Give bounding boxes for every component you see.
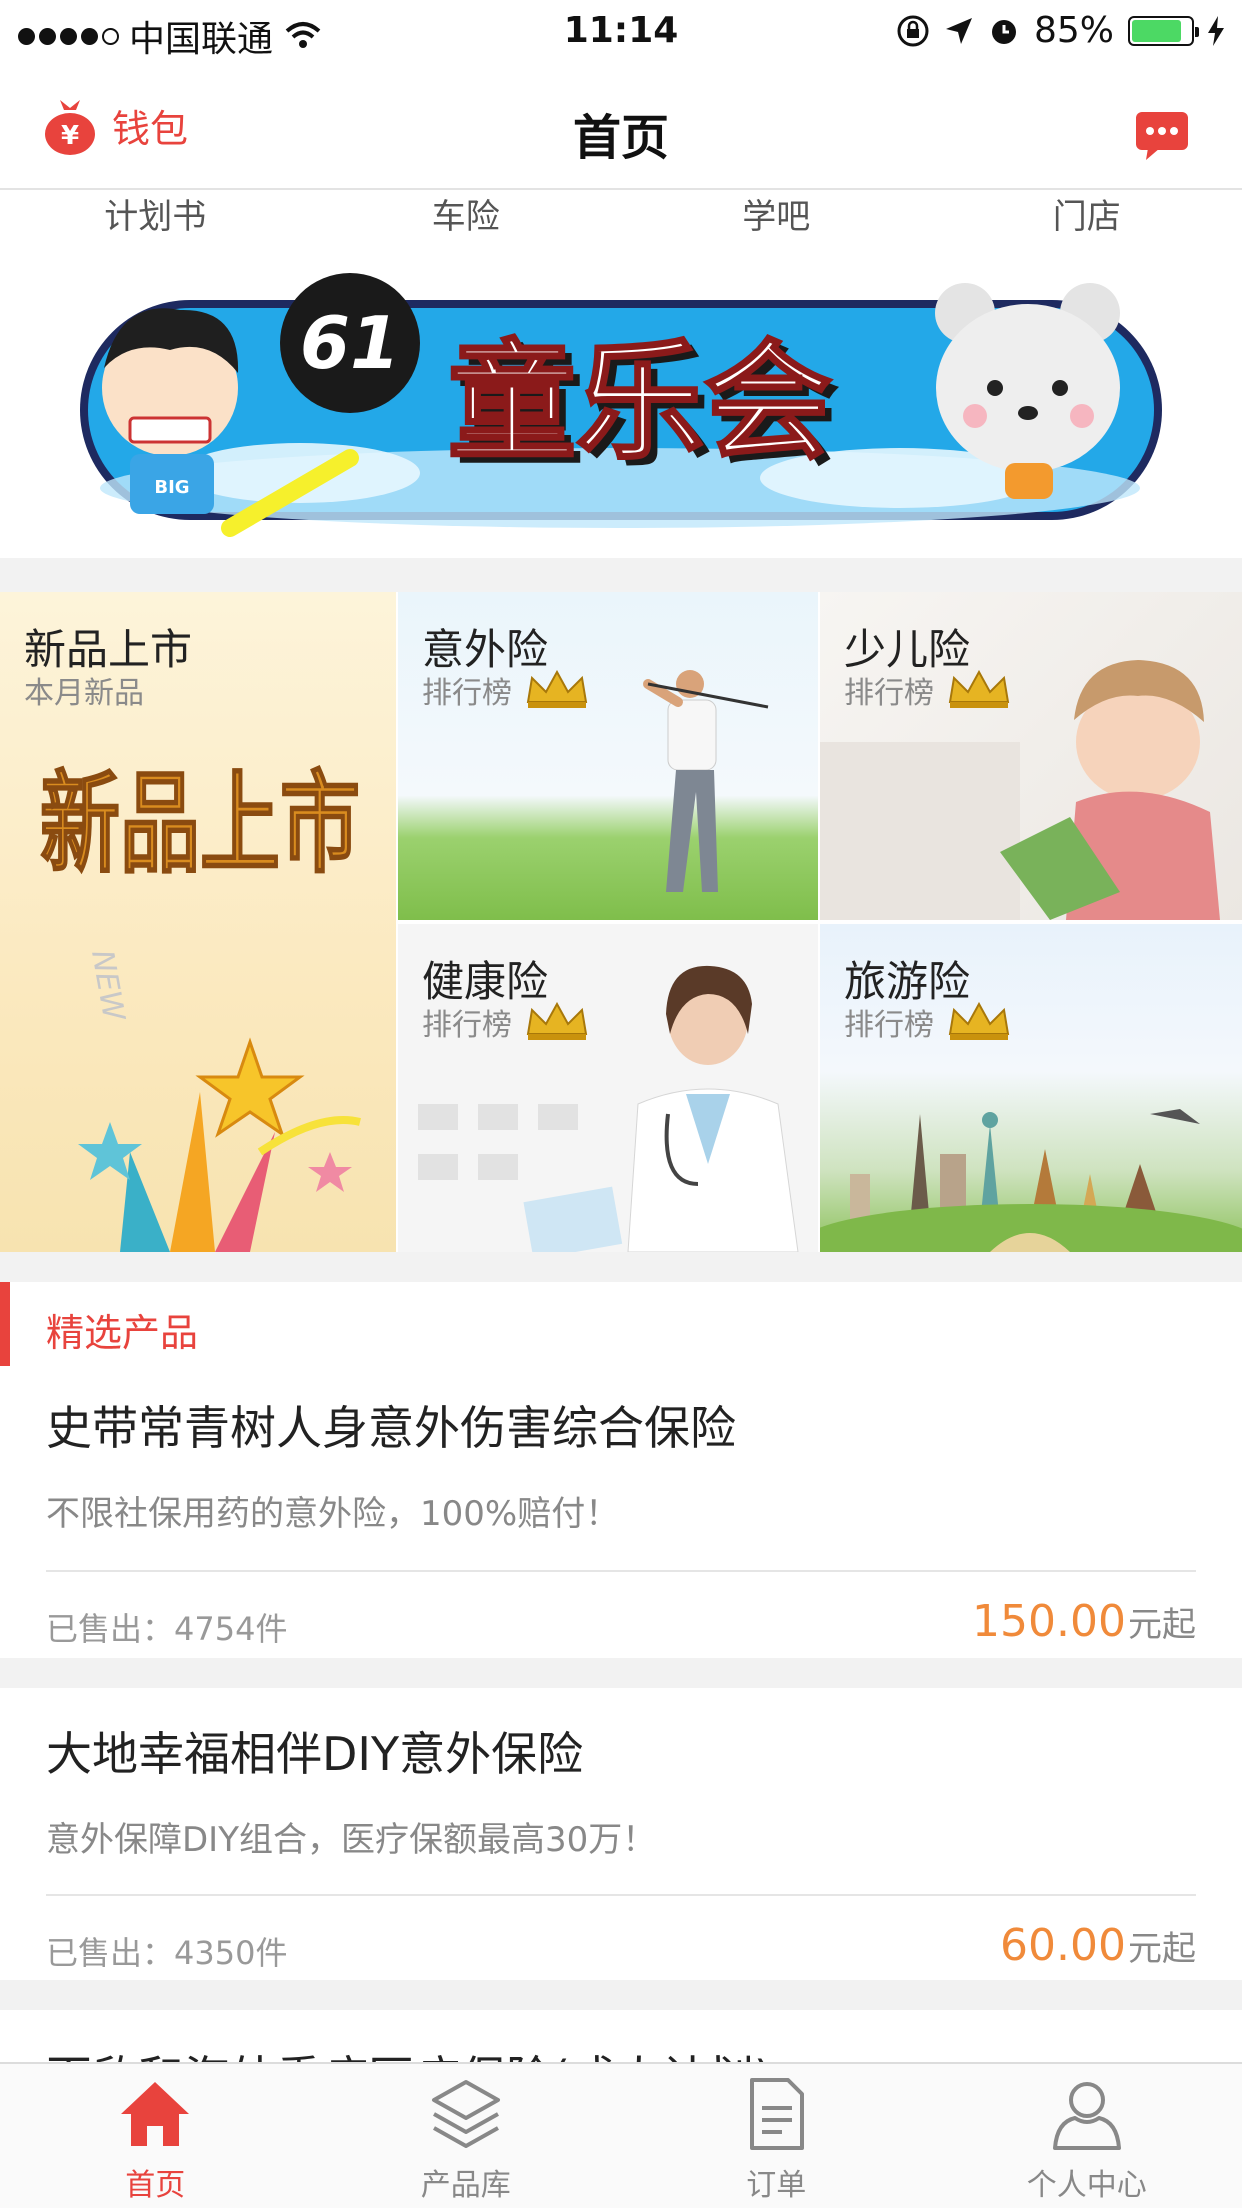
tabbar-orders[interactable]: 订单 [621, 2064, 932, 2208]
product-card[interactable]: 大地幸福相伴DIY意外保险 意外保障DIY组合，医疗保额最高30万！ 已售出：4… [0, 1688, 1242, 1980]
crown-icon [948, 670, 1010, 708]
tab-bar: 首页 产品库 订单 个人中心 [0, 2062, 1242, 2208]
divider [0, 1252, 1242, 1282]
price-unit: 元起 [1128, 1929, 1196, 1969]
tab-store[interactable]: 门店 [932, 192, 1242, 258]
new-products-card[interactable]: 新品上市 NEW 新品上市 本月新品 [0, 592, 396, 1252]
section-title: 精选产品 [46, 1311, 199, 1355]
divider [0, 1658, 1242, 1688]
new-products-subtitle: 本月新品 [24, 668, 144, 712]
product-sold-count: 已售出：4350件 [46, 1934, 288, 1972]
nav-bar: ¥ 钱包 首页 [0, 62, 1242, 190]
product-name: 史带常青树人身意外伤害综合保险 [46, 1401, 736, 1455]
health-insurance-card[interactable]: 健康险 排行榜 [398, 924, 818, 1252]
category-grid: 新品上市 NEW 新品上市 本月新品 意外险 排行榜 少儿险 排行榜 健康险 排… [0, 592, 1242, 1252]
kids-ranking-text: 排行榜 [844, 676, 934, 711]
promo-banner[interactable]: BIG 61 童乐会 童乐会 [0, 258, 1242, 558]
page-title: 首页 [572, 110, 669, 166]
section-accent-bar [0, 1282, 10, 1366]
alarm-icon [991, 19, 1016, 44]
product-description: 不限社保用药的意外险，100%赔付！ [46, 1494, 620, 1534]
tabbar-profile[interactable]: 个人中心 [932, 2064, 1242, 2208]
art-new: NEW [84, 947, 131, 1024]
battery-icon [1128, 15, 1199, 46]
product-card[interactable]: 史带常青树人身意外伤害综合保险 不限社保用药的意外险，100%赔付！ 已售出：4… [0, 1368, 1242, 1658]
tabbar-orders-label: 订单 [746, 2168, 807, 2203]
crown-icon [526, 670, 588, 708]
product-description: 意外保障DIY组合，医疗保额最高30万！ [46, 1820, 657, 1860]
divider [0, 558, 1242, 592]
featured-section-header: 精选产品 [0, 1282, 1242, 1368]
tabbar-products-label: 产品库 [420, 2168, 511, 2203]
status-bar: 中国联通 11:14 85% [0, 0, 1242, 62]
tabbar-home[interactable]: 首页 [0, 2064, 311, 2208]
accident-ranking-text: 排行榜 [422, 676, 512, 711]
kids-ranking: 排行榜 [844, 668, 1012, 712]
travel-insurance-card[interactable]: 旅游险 排行榜 [820, 924, 1242, 1252]
price-unit: 元起 [1128, 1605, 1196, 1645]
location-icon [945, 17, 972, 44]
banner-title: 童乐会 [448, 328, 832, 477]
travel-ranking-text: 排行榜 [844, 1008, 934, 1043]
charging-icon [1208, 15, 1224, 46]
shirt-text: BIG [154, 477, 189, 498]
product-divider [46, 1570, 1196, 1572]
product-price: 60.00 元起 [1000, 1920, 1196, 1971]
category-tabs: 计划书 车险 学吧 门店 [0, 192, 1242, 258]
health-ranking: 排行榜 [422, 1000, 590, 1044]
crown-icon [526, 1002, 588, 1040]
battery-percent: 85% [1033, 10, 1114, 51]
rotation-lock-icon [897, 15, 929, 46]
product-divider [46, 1894, 1196, 1896]
status-right: 85% [896, 10, 1224, 51]
document-icon [750, 2078, 805, 2150]
travel-ranking: 排行榜 [844, 1000, 1012, 1044]
tab-learn[interactable]: 学吧 [621, 192, 932, 258]
price-value: 150.00 [972, 1596, 1126, 1647]
badge-61: 61 [300, 301, 400, 385]
kids-insurance-card[interactable]: 少儿险 排行榜 [820, 592, 1242, 920]
home-icon [121, 2082, 190, 2146]
tabbar-products[interactable]: 产品库 [311, 2064, 622, 2208]
price-value: 60.00 [1000, 1920, 1126, 1971]
tabbar-profile-label: 个人中心 [1026, 2168, 1147, 2203]
accident-insurance-card[interactable]: 意外险 排行榜 [398, 592, 818, 920]
product-name: 大地幸福相伴DIY意外保险 [46, 1727, 584, 1781]
crown-icon [948, 1002, 1010, 1040]
accident-ranking: 排行榜 [422, 668, 590, 712]
product-card[interactable]: 百欣和海外重疾医疗保险(成人计划) [0, 2010, 1242, 2070]
tab-car-insurance[interactable]: 车险 [311, 192, 622, 258]
divider [0, 1980, 1242, 2010]
message-icon[interactable] [1134, 110, 1190, 162]
product-price: 150.00 元起 [972, 1596, 1196, 1647]
health-ranking-text: 排行榜 [422, 1008, 512, 1043]
layers-icon [431, 2080, 500, 2148]
tab-plan[interactable]: 计划书 [0, 192, 311, 258]
art-headline: 新品上市 [40, 760, 360, 888]
tabbar-home-label: 首页 [125, 2168, 186, 2203]
product-sold-count: 已售出：4754件 [46, 1610, 288, 1648]
new-products-subtitle-text: 本月新品 [24, 676, 144, 711]
person-icon [1052, 2082, 1121, 2150]
